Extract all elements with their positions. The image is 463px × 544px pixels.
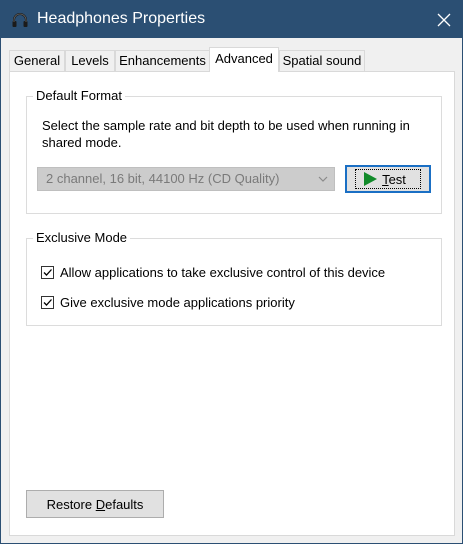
exclusive-priority-label: Give exclusive mode applications priorit…: [60, 295, 295, 310]
format-dropdown-value: 2 channel, 16 bit, 44100 Hz (CD Quality): [46, 171, 280, 186]
test-button-label: Test: [382, 171, 406, 187]
exclusive-mode-title: Exclusive Mode: [33, 230, 131, 245]
default-format-description: Select the sample rate and bit depth to …: [42, 118, 410, 150]
tab-general[interactable]: General: [9, 50, 65, 71]
exclusive-mode-group: Exclusive Mode Allow applications to tak…: [26, 230, 442, 326]
checkmark-icon: [43, 269, 52, 276]
test-button[interactable]: Test: [345, 165, 431, 193]
close-button[interactable]: [425, 1, 462, 38]
tab-spatial-sound[interactable]: Spatial sound: [279, 50, 365, 71]
tab-levels[interactable]: Levels: [65, 50, 115, 71]
close-icon: [437, 13, 450, 26]
chevron-down-icon: [318, 176, 328, 182]
headphones-icon: [11, 11, 29, 29]
default-format-title: Default Format: [33, 88, 125, 103]
default-format-group: Default Format Select the sample rate an…: [26, 88, 442, 214]
advanced-panel: Default Format Select the sample rate an…: [9, 71, 455, 536]
restore-defaults-label: Restore Defaults: [46, 496, 144, 512]
title-bar[interactable]: Headphones Properties: [1, 1, 462, 38]
window-title: Headphones Properties: [37, 10, 206, 27]
exclusive-priority-checkbox[interactable]: [41, 296, 54, 309]
properties-window: Headphones Properties General Levels Enh…: [0, 0, 463, 544]
exclusive-control-checkbox[interactable]: [41, 266, 54, 279]
tab-enhancements[interactable]: Enhancements: [115, 50, 210, 71]
format-dropdown[interactable]: 2 channel, 16 bit, 44100 Hz (CD Quality): [37, 167, 335, 191]
tab-advanced[interactable]: Advanced: [209, 47, 279, 72]
exclusive-priority-option[interactable]: Give exclusive mode applications priorit…: [41, 295, 295, 310]
exclusive-control-label: Allow applications to take exclusive con…: [60, 265, 386, 280]
checkmark-icon: [43, 299, 52, 306]
restore-defaults-button[interactable]: Restore Defaults: [26, 490, 164, 518]
exclusive-control-option[interactable]: Allow applications to take exclusive con…: [41, 265, 385, 280]
play-icon: [364, 172, 378, 186]
